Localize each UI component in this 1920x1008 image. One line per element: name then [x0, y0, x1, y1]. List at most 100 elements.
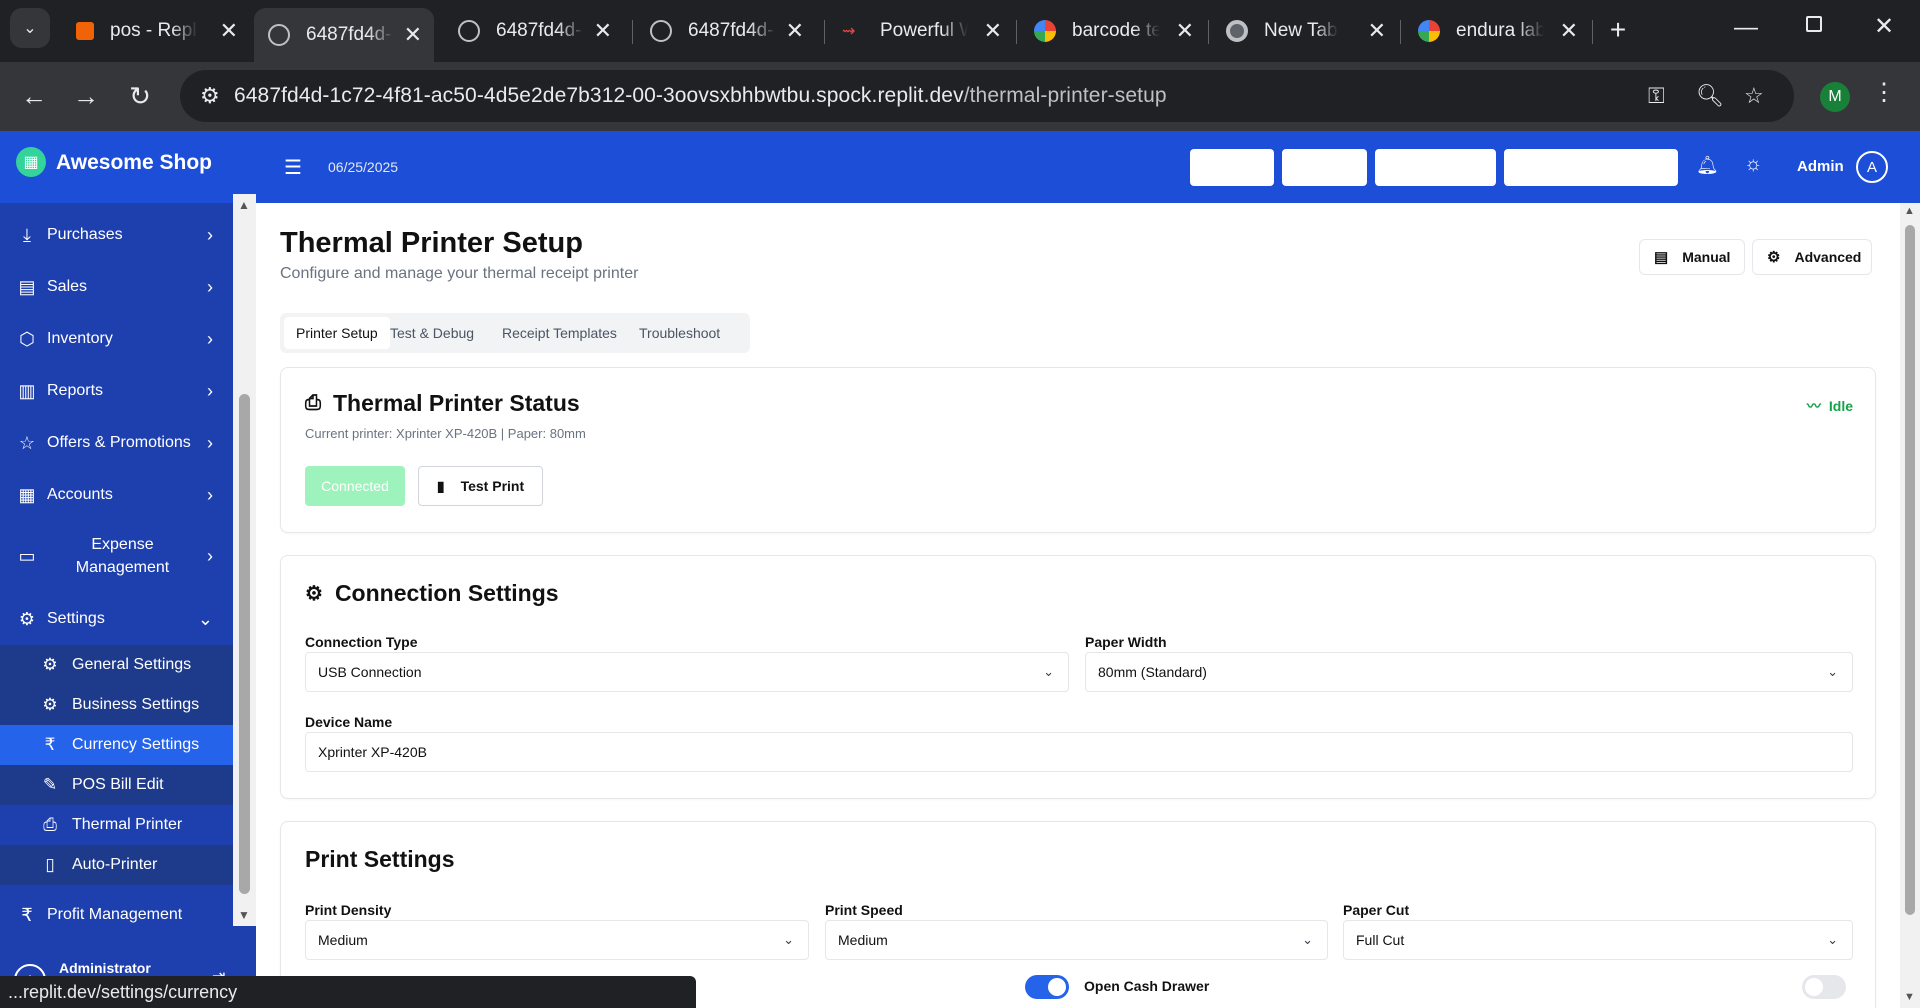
- close-icon[interactable]: ✕: [786, 18, 804, 44]
- card-title: Print Settings: [305, 846, 455, 872]
- browser-tab[interactable]: ⇝ Powerful W ✕: [828, 8, 1014, 54]
- restore-icon[interactable]: [1806, 16, 1822, 32]
- print-density-label: Print Density: [305, 902, 392, 918]
- reload-icon[interactable]: ↻: [120, 76, 160, 116]
- sidebar-item-label: Accounts: [47, 486, 113, 503]
- calculator-icon: ▦: [18, 484, 36, 505]
- manual-button[interactable]: ▤ Manual: [1639, 239, 1745, 275]
- sidebar-subitem-auto-printer[interactable]: ▯ Auto-Printer: [0, 845, 233, 885]
- header-button[interactable]: [1504, 149, 1678, 186]
- paper-width-select[interactable]: 80mm (Standard) ⌄: [1085, 652, 1853, 692]
- button-label: Test Print: [460, 478, 525, 494]
- page-tabs: Printer Setup Test & Debug Receipt Templ…: [280, 313, 750, 353]
- card-title-text: Thermal Printer Status: [333, 390, 580, 416]
- scroll-down-arrow[interactable]: ▼: [238, 908, 250, 922]
- browser-tab-active[interactable]: 6487fd4d-1c72 ✕: [254, 8, 434, 62]
- sidebar-subitem-business-settings[interactable]: ⚙ Business Settings: [0, 685, 233, 725]
- header-button[interactable]: [1282, 149, 1367, 186]
- password-key-icon[interactable]: ⚿: [1648, 83, 1665, 109]
- header-button[interactable]: [1190, 149, 1274, 186]
- sidebar-header: ▦ Awesome Shop: [0, 131, 256, 203]
- tab-separator: [1016, 20, 1017, 44]
- bell-icon[interactable]: 🔔︎: [1696, 155, 1719, 176]
- address-bar[interactable]: ⚙ 6487fd4d-1c72-4f81-ac50-4d5e2de7b312-0…: [180, 70, 1794, 122]
- sidebar-scrollbar[interactable]: ▲ ▼: [233, 194, 256, 926]
- header-button[interactable]: [1375, 149, 1496, 186]
- device-name-input[interactable]: Xprinter XP-420B: [305, 732, 1853, 772]
- browser-tab[interactable]: 6487fd4d-1c72 ✕: [636, 8, 816, 54]
- chevron-right-icon: ›: [207, 545, 213, 566]
- theme-toggle-icon[interactable]: ☼: [1744, 153, 1762, 176]
- admin-avatar[interactable]: A: [1856, 151, 1888, 183]
- status-badge: 〰 Idle: [1807, 396, 1853, 416]
- tab-separator: [1208, 20, 1209, 44]
- option-toggle[interactable]: [1802, 975, 1846, 999]
- menu-toggle-icon[interactable]: ☰: [284, 155, 302, 180]
- tab-troubleshoot[interactable]: Troubleshoot: [627, 317, 732, 349]
- paper-cut-select[interactable]: Full Cut ⌄: [1343, 920, 1853, 960]
- zoom-icon[interactable]: 🔍︎: [1696, 83, 1724, 109]
- sidebar-subitem-currency-settings[interactable]: ₹ Currency Settings: [0, 725, 233, 765]
- paper-width-label: Paper Width: [1085, 634, 1167, 650]
- browser-tab[interactable]: New Tab ✕: [1212, 8, 1398, 54]
- tab-printer-setup[interactable]: Printer Setup: [284, 317, 390, 349]
- sidebar-item-purchases[interactable]: ⤓ Purchases ›: [0, 209, 233, 261]
- close-icon[interactable]: ✕: [594, 18, 612, 44]
- close-window-icon[interactable]: ✕: [1874, 12, 1894, 41]
- close-icon[interactable]: ✕: [220, 18, 238, 44]
- print-speed-select[interactable]: Medium ⌄: [825, 920, 1328, 960]
- new-tab-button[interactable]: +: [1600, 12, 1636, 48]
- sidebar-subitem-thermal-printer[interactable]: ⎙ Thermal Printer: [0, 805, 233, 845]
- sidebar-item-settings[interactable]: ⚙ Settings ⌄: [0, 593, 233, 645]
- sidebar-item-reports[interactable]: ▥ Reports ›: [0, 365, 233, 417]
- sidebar-item-offers[interactable]: ☆ Offers & Promotions ›: [0, 417, 233, 469]
- main-scroll-thumb[interactable]: [1905, 225, 1915, 915]
- tab-separator: [824, 20, 825, 44]
- admin-label[interactable]: Admin: [1797, 158, 1844, 175]
- browser-tab[interactable]: barcode te ✕: [1020, 8, 1206, 54]
- workflow-icon: ⇝: [842, 23, 856, 40]
- connection-type-select[interactable]: USB Connection ⌄: [305, 652, 1069, 692]
- close-icon[interactable]: ✕: [1368, 18, 1386, 44]
- tab-test-debug[interactable]: Test & Debug: [378, 317, 486, 349]
- test-print-button[interactable]: ▮ Test Print: [418, 466, 543, 506]
- activity-icon: 〰: [1806, 398, 1821, 414]
- browser-tab[interactable]: 6487fd4d-1c72 ✕: [444, 8, 624, 54]
- main-scrollbar[interactable]: ▲ ▼: [1900, 203, 1920, 1008]
- device-name-label: Device Name: [305, 714, 393, 730]
- sidebar-subitem-general-settings[interactable]: ⚙ General Settings: [0, 645, 233, 685]
- cash-drawer-toggle[interactable]: [1025, 975, 1069, 999]
- sidebar-item-accounts[interactable]: ▦ Accounts ›: [0, 469, 233, 521]
- connected-button[interactable]: Connected: [305, 466, 405, 506]
- minimize-icon[interactable]: —: [1734, 14, 1758, 42]
- close-icon[interactable]: ✕: [1560, 18, 1578, 44]
- print-density-select[interactable]: Medium ⌄: [305, 920, 809, 960]
- page-subtitle: Configure and manage your thermal receip…: [280, 265, 639, 282]
- browser-tab[interactable]: pos - Replit ✕: [62, 8, 250, 54]
- close-icon[interactable]: ✕: [1176, 18, 1194, 44]
- sidebar-subitem-pos-bill-edit[interactable]: ✎ POS Bill Edit: [0, 765, 233, 805]
- sidebar-scroll-thumb[interactable]: [239, 394, 250, 894]
- select-value: USB Connection: [318, 664, 422, 680]
- browser-tab-strip: ⌄ pos - Replit ✕ 6487fd4d-1c72 ✕ 6487fd4…: [0, 0, 1920, 62]
- profile-avatar[interactable]: M: [1820, 82, 1850, 112]
- chevron-down-icon: ⌄: [1302, 932, 1313, 947]
- scroll-up-arrow[interactable]: ▲: [238, 198, 250, 212]
- browser-menu-icon[interactable]: ⋮: [1872, 78, 1896, 107]
- close-icon[interactable]: ✕: [984, 18, 1002, 44]
- advanced-button[interactable]: ⚙ Advanced: [1752, 239, 1872, 275]
- forward-icon[interactable]: →: [66, 76, 106, 116]
- site-info-icon[interactable]: ⚙: [200, 83, 220, 109]
- close-icon[interactable]: ✕: [404, 22, 422, 48]
- scroll-up-arrow[interactable]: ▲: [1904, 205, 1915, 217]
- sidebar-item-inventory[interactable]: ⬡ Inventory ›: [0, 313, 233, 365]
- sidebar-item-sales[interactable]: ▤ Sales ›: [0, 261, 233, 313]
- sidebar-item-profit-management[interactable]: ₹ Profit Management: [0, 889, 233, 941]
- tab-receipt-templates[interactable]: Receipt Templates: [490, 317, 629, 349]
- browser-tab[interactable]: endura lab ✕: [1404, 8, 1590, 54]
- sidebar-item-expense-management[interactable]: ▭ Expense Management ›: [0, 521, 233, 591]
- scroll-down-arrow[interactable]: ▼: [1904, 991, 1915, 1003]
- back-icon[interactable]: ←: [14, 76, 54, 116]
- bookmark-star-icon[interactable]: ☆: [1744, 83, 1764, 109]
- tab-search-button[interactable]: ⌄: [10, 8, 50, 48]
